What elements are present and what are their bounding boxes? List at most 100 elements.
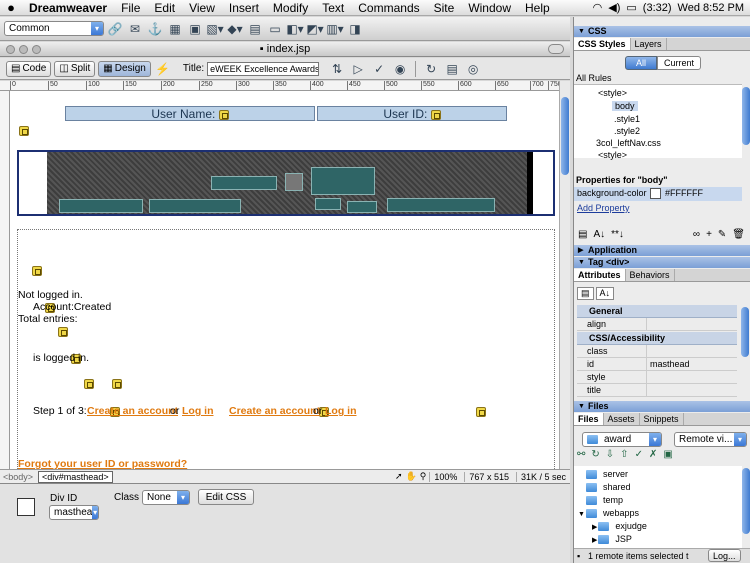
create-account-link[interactable]: Create an account bbox=[229, 405, 320, 417]
file-tree-item[interactable]: server bbox=[586, 469, 628, 480]
mode-all-button[interactable]: All bbox=[625, 56, 658, 70]
jsp-tag-icon[interactable] bbox=[19, 126, 29, 137]
log-button[interactable]: Log... bbox=[708, 549, 741, 562]
template-icon[interactable]: ▥▾ bbox=[326, 20, 344, 38]
window-size[interactable]: 767 x 515 bbox=[464, 471, 513, 482]
volume-icon[interactable]: ◀) bbox=[608, 1, 620, 14]
tag-chooser-icon[interactable]: ◨ bbox=[346, 20, 364, 38]
set-properties-icon[interactable]: **↓ bbox=[611, 229, 624, 243]
hand-tool-icon[interactable]: ✋ bbox=[406, 471, 417, 482]
site-select[interactable]: award ▾ bbox=[582, 432, 662, 447]
menu-text[interactable]: Text bbox=[315, 1, 351, 15]
menu-app-dreamweaver[interactable]: Dreamweaver bbox=[22, 1, 114, 15]
head-icon[interactable]: ◧▾ bbox=[286, 20, 304, 38]
file-tree-item[interactable]: ▶ exjudge bbox=[592, 521, 647, 532]
forgot-password-link[interactable]: Forgot your user ID or password? bbox=[18, 458, 187, 469]
create-account-link[interactable]: Create an account bbox=[87, 405, 178, 417]
jsp-tag-icon[interactable] bbox=[84, 379, 95, 390]
edit-css-button[interactable]: Edit CSS bbox=[198, 489, 254, 505]
tab-files[interactable]: Files bbox=[574, 413, 604, 425]
tab-layers[interactable]: Layers bbox=[631, 38, 667, 50]
attr-value[interactable] bbox=[647, 384, 650, 396]
jsp-tag-icon[interactable] bbox=[475, 407, 486, 418]
refresh-files-icon[interactable]: ↻ bbox=[591, 449, 599, 463]
rule-item[interactable]: .style1 bbox=[614, 114, 640, 124]
category-list-icon[interactable]: ▤ bbox=[577, 287, 594, 300]
code-view-button[interactable]: ▤ Code bbox=[6, 60, 52, 77]
css-panel-header[interactable]: CSS bbox=[574, 26, 750, 37]
comment-icon[interactable]: ▭ bbox=[266, 20, 284, 38]
attr-value[interactable]: masthead bbox=[647, 358, 690, 370]
attach-stylesheet-icon[interactable]: ∞ bbox=[693, 229, 700, 243]
zoom-window-icon[interactable] bbox=[32, 45, 41, 54]
menubar-clock[interactable]: Wed 8:52 PM bbox=[678, 2, 744, 14]
document-scrollbar[interactable] bbox=[559, 81, 570, 469]
debug-icon[interactable]: ✓ bbox=[370, 60, 388, 78]
tag-scrollbar-thumb[interactable] bbox=[741, 307, 749, 357]
design-canvas[interactable]: User Name: User ID: Not logged in. Accou… bbox=[10, 91, 559, 469]
view-select[interactable]: Remote vi... ▾ bbox=[674, 432, 747, 447]
named-anchor-icon[interactable]: ⚓ bbox=[146, 20, 164, 38]
attr-value[interactable] bbox=[647, 371, 650, 383]
toolbar-toggle-button[interactable] bbox=[548, 44, 564, 54]
insert-category-select[interactable]: Common ▾ bbox=[4, 21, 104, 36]
tab-snippets[interactable]: Snippets bbox=[640, 413, 684, 425]
page-title-input[interactable]: eWEEK Excellence Awards bbox=[207, 61, 320, 76]
table-icon[interactable]: ▦ bbox=[166, 20, 184, 38]
add-property-link[interactable]: Add Property bbox=[577, 203, 630, 213]
rule-item[interactable]: <style> bbox=[598, 150, 627, 160]
file-management-icon[interactable]: ⇅ bbox=[328, 60, 346, 78]
browser-preview-icon[interactable]: ◉ bbox=[391, 60, 409, 78]
disclosure-closed-icon[interactable]: ▶ bbox=[592, 524, 597, 531]
menu-file[interactable]: File bbox=[114, 1, 147, 15]
general-category[interactable]: General bbox=[577, 305, 737, 318]
tab-css-styles[interactable]: CSS Styles bbox=[574, 38, 631, 50]
attr-row-align[interactable]: align bbox=[577, 318, 737, 331]
apple-menu-icon[interactable]: ● bbox=[0, 0, 22, 15]
file-tree-item[interactable]: shared bbox=[586, 482, 631, 493]
login-link[interactable]: Log in bbox=[325, 405, 357, 417]
menu-window[interactable]: Window bbox=[461, 1, 518, 15]
split-view-button[interactable]: ◫ Split bbox=[54, 60, 96, 77]
menu-insert[interactable]: Insert bbox=[222, 1, 266, 15]
tag-selector-div[interactable]: <div#masthead> bbox=[38, 470, 113, 483]
alpha-list-icon[interactable]: A↓ bbox=[595, 287, 615, 300]
view-options-icon[interactable]: ▤ bbox=[443, 60, 461, 78]
attr-value[interactable] bbox=[647, 345, 650, 357]
username-field-box[interactable]: User Name: bbox=[65, 106, 315, 121]
menu-edit[interactable]: Edit bbox=[147, 1, 182, 15]
pointer-tool-icon[interactable]: ➚ bbox=[395, 471, 403, 482]
tab-behaviors[interactable]: Behaviors bbox=[626, 269, 675, 281]
menu-modify[interactable]: Modify bbox=[266, 1, 315, 15]
hyperlink-icon[interactable]: 🔗 bbox=[106, 20, 124, 38]
div-id-select[interactable]: masthea ▾ bbox=[49, 505, 99, 520]
wifi-icon[interactable]: ◠ bbox=[593, 1, 603, 14]
connect-icon[interactable]: ⚯ bbox=[577, 449, 585, 463]
tab-assets[interactable]: Assets bbox=[604, 413, 640, 425]
edit-style-icon[interactable]: ✎ bbox=[718, 229, 726, 243]
mode-current-button[interactable]: Current bbox=[657, 56, 702, 70]
layer-icon[interactable]: ▣ bbox=[186, 20, 204, 38]
check-in-icon[interactable]: ✗ bbox=[649, 449, 657, 463]
new-css-rule-icon[interactable]: + bbox=[706, 229, 712, 243]
put-files-icon[interactable]: ⇧ bbox=[620, 449, 628, 463]
minimize-window-icon[interactable] bbox=[19, 45, 28, 54]
rule-item[interactable]: .style2 bbox=[614, 126, 640, 136]
menu-help[interactable]: Help bbox=[518, 1, 557, 15]
zoom-tool-icon[interactable]: ⚲ bbox=[420, 471, 427, 482]
content-div[interactable] bbox=[17, 229, 555, 469]
media-icon[interactable]: ◆▾ bbox=[226, 20, 244, 38]
files-panel-header[interactable]: Files bbox=[574, 401, 750, 412]
rule-item[interactable]: 3col_leftNav.css bbox=[596, 138, 661, 148]
menu-view[interactable]: View bbox=[182, 1, 222, 15]
tab-attributes[interactable]: Attributes bbox=[574, 269, 626, 281]
file-tree-item[interactable]: ▼ webapps bbox=[578, 508, 639, 519]
jsp-tag-icon[interactable] bbox=[112, 379, 123, 390]
attr-row-id[interactable]: id masthead bbox=[577, 358, 737, 371]
image-icon[interactable]: ▧▾ bbox=[206, 20, 224, 38]
css-property-value[interactable]: #FFFFFF bbox=[665, 188, 703, 198]
masthead-div[interactable] bbox=[17, 150, 555, 216]
file-tree-item[interactable]: ▶ JSP bbox=[592, 534, 632, 546]
delete-rule-icon[interactable]: 🗑 bbox=[732, 229, 750, 243]
refresh-icon[interactable]: ↻ bbox=[422, 60, 440, 78]
